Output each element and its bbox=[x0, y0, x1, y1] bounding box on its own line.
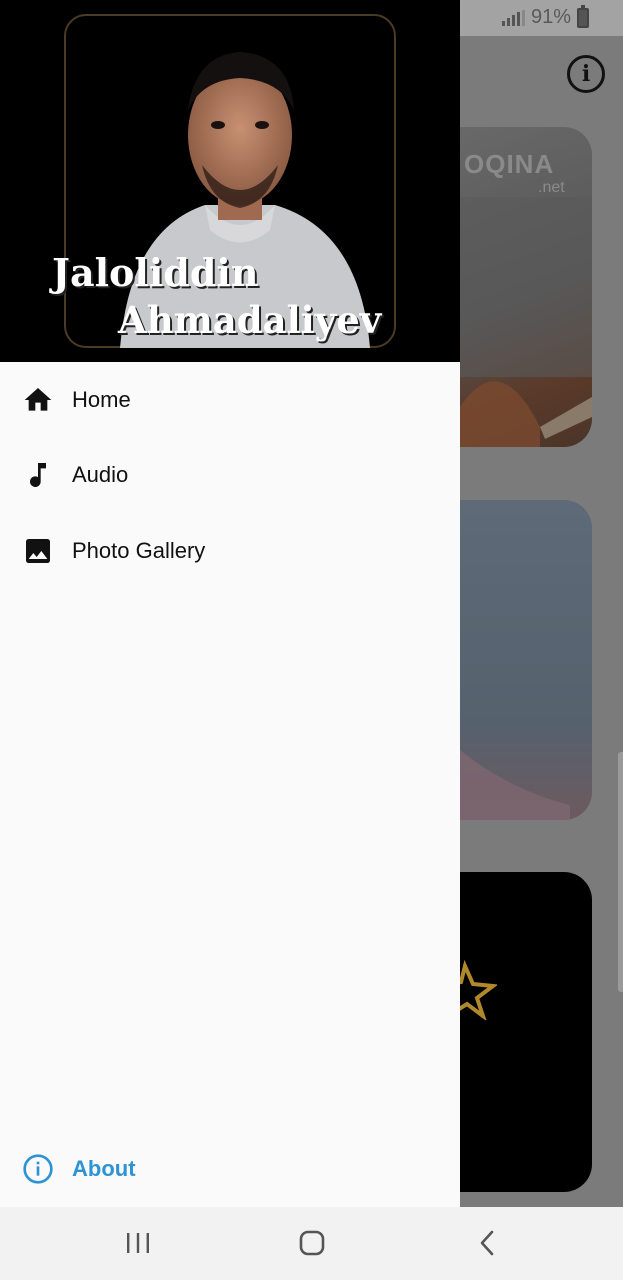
battery-charging-icon bbox=[577, 4, 589, 28]
menu-item-label: Photo Gallery bbox=[72, 538, 206, 563]
menu-item-home[interactable]: Home bbox=[0, 364, 460, 436]
battery-percent: 91% bbox=[530, 6, 571, 28]
home-circle-icon[interactable] bbox=[292, 1225, 332, 1261]
status-icons: 91% bbox=[501, 4, 589, 29]
scroll-handle[interactable] bbox=[618, 752, 623, 992]
drawer-header: Jaloliddin Ahmadaliyev bbox=[0, 0, 460, 362]
system-nav-bar bbox=[0, 1207, 623, 1280]
menu-item-audio[interactable]: Audio bbox=[0, 439, 460, 511]
menu-item-label: About bbox=[72, 1156, 136, 1181]
recent-apps-icon[interactable] bbox=[118, 1225, 158, 1261]
info-icon bbox=[22, 1153, 54, 1185]
menu-item-photo-gallery[interactable]: Photo Gallery bbox=[0, 515, 460, 587]
artist-name-line1: Jaloliddin bbox=[52, 250, 259, 295]
back-icon[interactable] bbox=[467, 1225, 507, 1261]
signal-icon bbox=[501, 9, 525, 26]
image-icon bbox=[22, 535, 54, 567]
home-icon bbox=[22, 384, 54, 416]
menu-item-about[interactable]: About bbox=[0, 1133, 460, 1205]
navigation-drawer: Jaloliddin Ahmadaliyev Home Audio Photo … bbox=[0, 0, 460, 1207]
menu-item-label: Home bbox=[72, 387, 131, 412]
info-icon[interactable]: i bbox=[567, 55, 605, 93]
artist-name-line2: Ahmadaliyev bbox=[118, 298, 382, 342]
music-note-icon bbox=[22, 459, 54, 491]
menu-item-label: Audio bbox=[72, 462, 129, 487]
